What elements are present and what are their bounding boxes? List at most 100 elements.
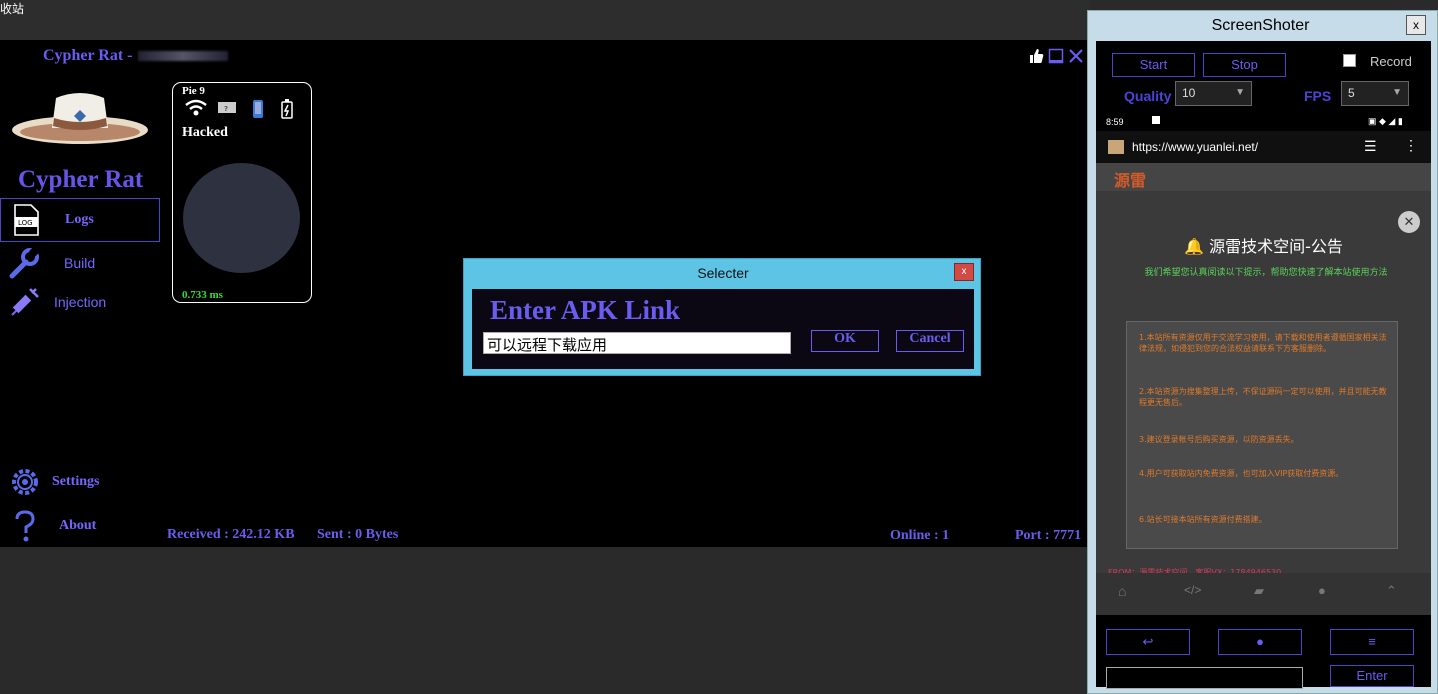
more-icon[interactable]: ⋮: [1404, 137, 1418, 154]
notice-title-text: 源雷技术空间-公告: [1209, 237, 1343, 256]
cancel-button[interactable]: Cancel: [896, 330, 964, 352]
device-avatar: [183, 163, 300, 273]
svg-text:LOG: LOG: [18, 219, 33, 227]
text-input[interactable]: [1106, 667, 1303, 689]
screenshoter-title: ScreenShoter: [1211, 17, 1310, 34]
quality-select[interactable]: 10 ▼: [1175, 81, 1252, 106]
window-title-text: Cypher Rat -: [43, 47, 133, 64]
nav-settings[interactable]: Settings: [0, 461, 160, 505]
notice-subtitle: 我们希望您认真阅读以下提示，帮助您快速了解本站使用方法: [1144, 268, 1388, 278]
online-stat: Online : 1: [890, 528, 950, 543]
close-icon[interactable]: [1068, 48, 1084, 64]
signal-icons: ▣ ◆ ◢ ▮: [1368, 116, 1403, 126]
phone-screen[interactable]: 8:59 ▣ ◆ ◢ ▮ https://www.yuanlei.net/ ☰ …: [1096, 113, 1431, 615]
notice-item: 2.本站资源为搜集整理上传，不保证源码一定可以使用，并且可能无教程更无售后。: [1139, 387, 1387, 407]
user-icon[interactable]: ●: [1318, 583, 1326, 598]
circle-icon: ●: [1256, 634, 1264, 649]
redacted-ip: [138, 51, 229, 62]
phone-status-bar: 8:59 ▣ ◆ ◢ ▮: [1096, 113, 1431, 131]
sent-stat: Sent : 0 Bytes: [317, 527, 399, 542]
site-logo: 源雷: [1114, 171, 1147, 190]
notice-close-icon[interactable]: ✕: [1398, 211, 1420, 233]
recents-button[interactable]: ≡: [1330, 629, 1414, 655]
window-title: Cypher Rat -: [43, 47, 229, 65]
wrench-icon: [9, 247, 39, 279]
sim-card-icon: ?: [218, 102, 236, 113]
phone-icon: [253, 100, 263, 118]
dialog-title: Selecter: [697, 265, 749, 281]
nav-about[interactable]: About: [0, 505, 160, 549]
dialog-close-button[interactable]: x: [954, 263, 974, 281]
device-name: Pie 9: [182, 85, 205, 97]
back-button[interactable]: ↩: [1106, 629, 1190, 655]
record-checkbox[interactable]: [1343, 54, 1356, 67]
device-card[interactable]: Pie 9 ? Hacked 0.733 ms: [172, 82, 312, 303]
site-header: 源雷: [1096, 163, 1431, 191]
nav-settings-label: Settings: [52, 474, 100, 489]
chevron-up-icon[interactable]: ⌃: [1386, 583, 1397, 599]
thumbs-up-icon[interactable]: [1028, 48, 1044, 64]
log-file-icon: LOG: [14, 204, 39, 236]
code-icon[interactable]: </>: [1184, 583, 1201, 597]
apk-link-input[interactable]: 可以远程下载应用: [483, 332, 791, 354]
notice-popup: ✕ 🔔 源雷技术空间-公告 我们希望您认真阅读以下提示，帮助您快速了解本站使用方…: [1096, 211, 1431, 577]
wifi-icon: [185, 99, 207, 116]
url-text: https://www.yuanlei.net/: [1132, 140, 1259, 154]
screenshoter-close-button[interactable]: x: [1406, 15, 1426, 35]
web-content: 源雷 ✕ 🔔 源雷技术空间-公告 我们希望您认真阅读以下提示，帮助您快速了解本站…: [1096, 163, 1431, 615]
dialog-body: Enter APK Link 可以远程下载应用 OK Cancel: [472, 289, 974, 369]
minimize-icon[interactable]: [1048, 48, 1064, 64]
desktop-topbar: 收站: [0, 0, 1090, 40]
nav-about-label: About: [59, 518, 97, 533]
chat-icon[interactable]: ▰: [1254, 583, 1264, 599]
tabs-icon[interactable]: ☰: [1364, 138, 1377, 155]
nav-build-label: Build: [64, 255, 96, 271]
device-status: Hacked: [182, 125, 228, 140]
nav-injection[interactable]: Injection: [0, 281, 160, 325]
chevron-down-icon: ▼: [1235, 87, 1245, 98]
back-icon: ↩: [1142, 634, 1154, 649]
notice-item: 3.建议登录帐号后购买资源，以防资源丢失。: [1139, 435, 1299, 444]
question-mark-icon: [15, 510, 35, 542]
topbar-text: 收站: [0, 2, 25, 16]
browser-url-bar[interactable]: https://www.yuanlei.net/ ☰ ⋮: [1096, 131, 1431, 163]
brand-title: Cypher Rat: [18, 166, 144, 193]
stop-button[interactable]: Stop: [1203, 53, 1286, 77]
chevron-down-icon: ▼: [1392, 87, 1402, 98]
phone-time: 8:59: [1106, 117, 1124, 127]
dialog-heading: Enter APK Link: [490, 295, 681, 325]
battery-icon: [281, 99, 293, 119]
notification-icon: [1152, 116, 1160, 124]
ok-button[interactable]: OK: [811, 330, 879, 352]
selecter-dialog: Selecter x Enter APK Link 可以远程下载应用 OK Ca…: [463, 258, 981, 376]
fps-label: FPS: [1304, 88, 1332, 104]
syringe-icon: [11, 288, 39, 316]
notice-item: 1.本站所有资源仅用于交流学习使用，请下载和使用者遵循国家相关法律法规，如侵犯到…: [1139, 333, 1387, 353]
quality-value: 10: [1182, 86, 1196, 100]
notice-title: 🔔 源雷技术空间-公告: [1184, 237, 1343, 256]
device-ping: 0.733 ms: [182, 289, 223, 301]
gear-icon: [12, 469, 38, 495]
svg-text:?: ?: [224, 105, 228, 113]
notice-box: 1.本站所有资源仅用于交流学习使用，请下载和使用者遵循国家相关法律法规，如侵犯到…: [1126, 321, 1398, 549]
fps-select[interactable]: 5 ▼: [1341, 81, 1409, 106]
quality-label: Quality: [1124, 88, 1172, 104]
home-icon[interactable]: ⌂: [1118, 583, 1126, 599]
screenshoter-window: ScreenShoter x Start Stop Record Quality…: [1087, 10, 1438, 694]
record-label: Record: [1370, 54, 1412, 69]
nav-injection-label: Injection: [54, 294, 107, 310]
notice-item: 6.站长可接本站所有资源付费搭建。: [1139, 515, 1267, 524]
menu-icon: ≡: [1368, 634, 1376, 649]
nav-logs[interactable]: LOG Logs: [0, 198, 160, 242]
hat-logo: [12, 93, 148, 144]
received-stat: Received : 242.12 KB: [167, 527, 295, 542]
home-button[interactable]: ●: [1218, 629, 1302, 655]
start-button[interactable]: Start: [1112, 53, 1195, 77]
fps-value: 5: [1348, 86, 1355, 100]
nav-build[interactable]: Build: [0, 242, 160, 286]
nav-logs-label: Logs: [65, 212, 94, 227]
enter-button[interactable]: Enter: [1330, 665, 1414, 687]
phone-bottom-nav: ⌂ </> ▰ ● ⌃: [1096, 573, 1431, 615]
notice-item: 4.用户可获取站内免费资源，也可加入VIP获取付费资源。: [1139, 469, 1344, 478]
screenshoter-panel: Start Stop Record Quality 10 ▼ FPS 5 ▼ 8…: [1096, 41, 1431, 689]
